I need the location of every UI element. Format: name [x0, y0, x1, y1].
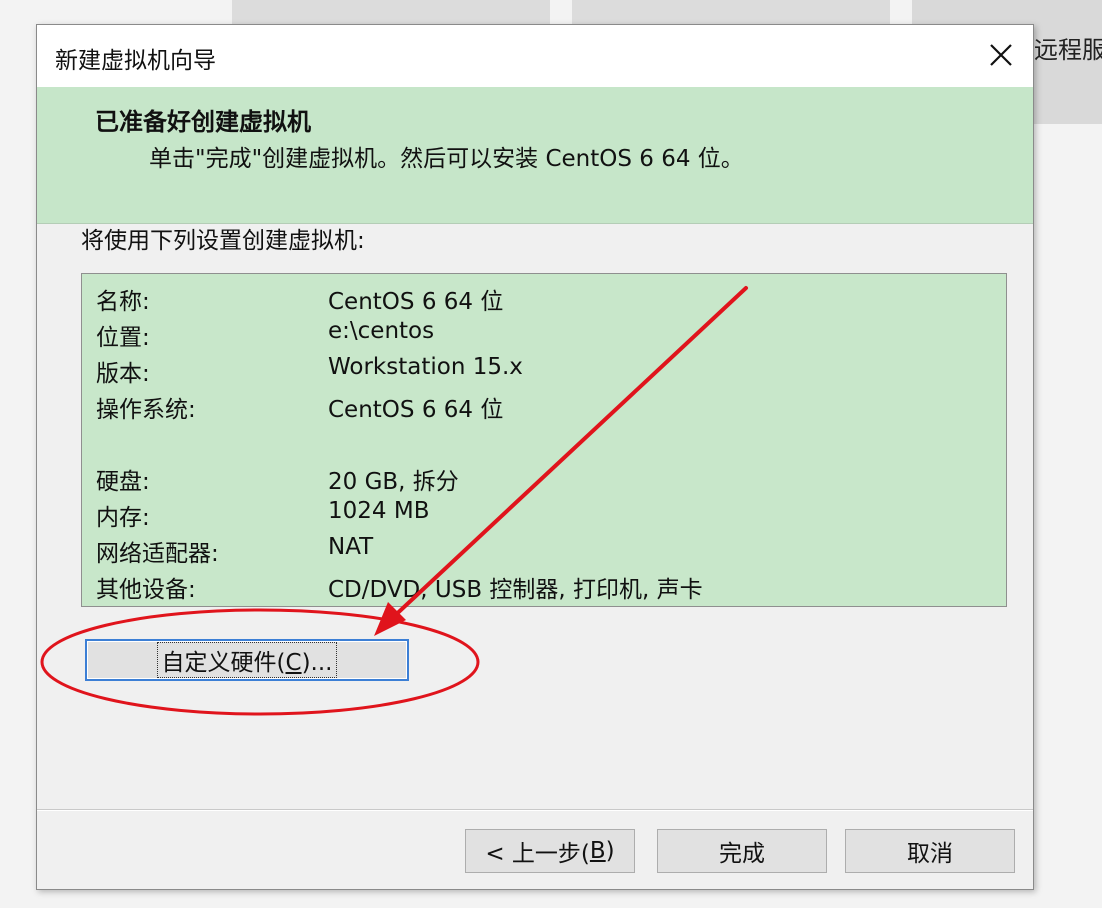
setting-key: 操作系统:	[96, 397, 196, 423]
header-title: 已准备好创建虚拟机	[95, 108, 311, 136]
setting-value: e:\centos	[328, 318, 435, 344]
setting-value: CentOS 6 64 位	[328, 397, 504, 423]
dialog-title: 新建虚拟机向导	[55, 48, 216, 74]
close-button[interactable]	[979, 35, 1023, 75]
setting-value: 20 GB, 拆分	[328, 469, 459, 495]
setting-value: CD/DVD, USB 控制器, 打印机, 声卡	[328, 577, 703, 603]
back-button[interactable]: < 上一步(B)	[465, 829, 635, 873]
setting-value: 1024 MB	[328, 498, 430, 524]
settings-summary: 名称: CentOS 6 64 位 位置: e:\centos 版本: Work…	[81, 273, 1007, 607]
setting-value: Workstation 15.x	[328, 354, 523, 380]
intro-text: 将使用下列设置创建虚拟机:	[81, 228, 365, 254]
back-label-suffix: )	[605, 838, 615, 864]
setting-key: 硬盘:	[96, 469, 150, 495]
customize-label-suffix: )...	[301, 650, 333, 676]
customize-accelerator-key: C	[285, 650, 302, 676]
setting-key: 其他设备:	[96, 577, 196, 603]
new-vm-wizard-dialog: 新建虚拟机向导 已准备好创建虚拟机 单击"完成"创建虚拟机。然后可以安装 Cen…	[36, 24, 1034, 890]
wizard-header: 已准备好创建虚拟机 单击"完成"创建虚拟机。然后可以安装 CentOS 6 64…	[37, 87, 1033, 224]
setting-key: 版本:	[96, 361, 150, 387]
background-window-text: 远程服	[1034, 36, 1102, 64]
customize-hardware-label: 自定义硬件(C)...	[156, 642, 338, 678]
title-bar[interactable]: 新建虚拟机向导	[37, 25, 1033, 87]
setting-value: NAT	[328, 534, 374, 560]
footer-separator	[37, 809, 1033, 811]
finish-button[interactable]: 完成	[657, 829, 827, 873]
back-label-prefix: < 上一步(	[485, 841, 590, 867]
customize-label-prefix: 自定义硬件(	[161, 650, 286, 676]
setting-key: 位置:	[96, 325, 150, 351]
setting-value: CentOS 6 64 位	[328, 289, 504, 315]
customize-hardware-button[interactable]: 自定义硬件(C)...	[85, 639, 409, 681]
close-icon	[990, 44, 1012, 66]
setting-key: 内存:	[96, 505, 150, 531]
header-subtitle: 单击"完成"创建虚拟机。然后可以安装 CentOS 6 64 位。	[149, 146, 744, 172]
cancel-button[interactable]: 取消	[845, 829, 1015, 873]
back-accelerator-key: B	[589, 838, 606, 864]
setting-key: 名称:	[96, 289, 150, 315]
setting-key: 网络适配器:	[96, 541, 219, 567]
